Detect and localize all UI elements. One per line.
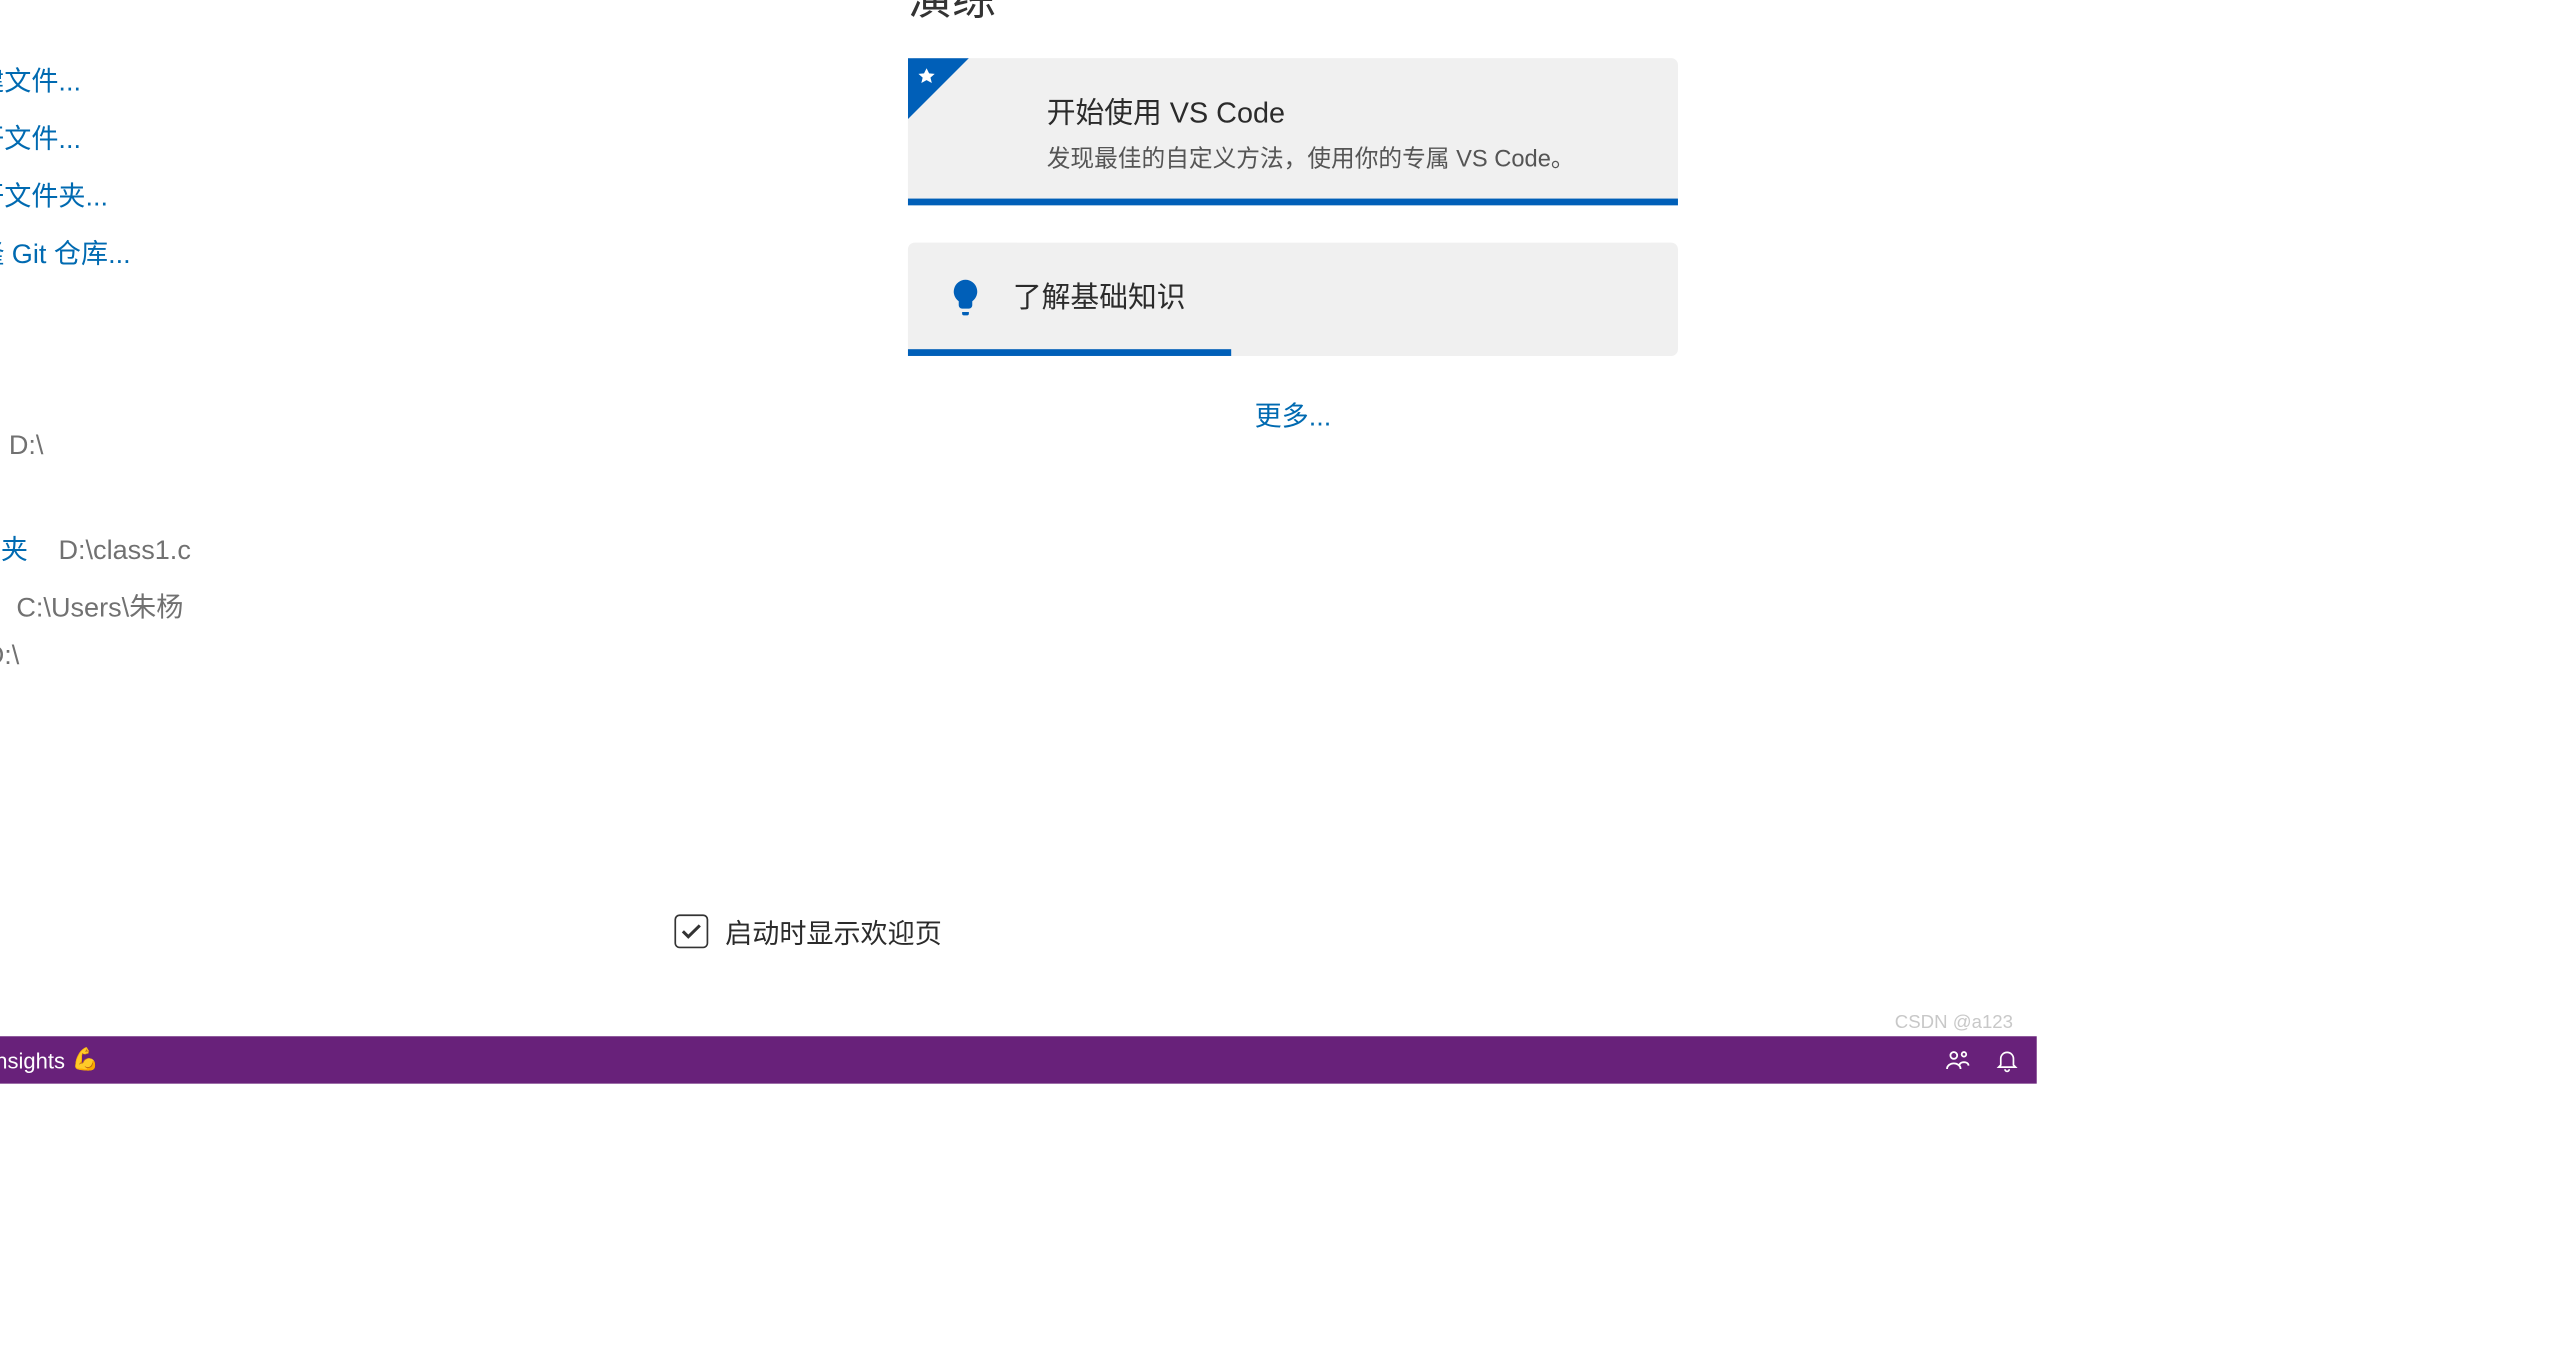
walkthrough-card-get-started[interactable]: 开始使用 VS Code 发现最佳的自定义方法，使用你的专属 VS Code。 <box>908 58 1678 205</box>
feedback-icon <box>1944 1046 1971 1073</box>
start-label: 打开文件夹... <box>0 173 108 214</box>
show-welcome-label: 启动时显示欢迎页 <box>725 911 942 952</box>
walkthrough-progress <box>908 349 1231 356</box>
status-notifications[interactable] <box>1994 1047 2019 1072</box>
start-open-folder[interactable]: 打开文件夹... <box>0 173 688 214</box>
featured-ribbon-icon <box>908 58 969 119</box>
start-heading: 启动 <box>0 0 688 28</box>
welcome-page: 启动 新建文件... 打开文件... <box>0 0 2037 1036</box>
recent-item[interactable]: .vscodeC:\Users\朱杨 <box>0 584 688 625</box>
start-label: 克隆 Git 仓库... <box>0 231 131 272</box>
start-clone-git[interactable]: 克隆 Git 仓库... <box>0 231 688 272</box>
show-welcome-checkbox[interactable] <box>674 914 708 948</box>
recent-heading: 最近 <box>0 339 688 402</box>
walkthrough-progress <box>908 199 1678 206</box>
walkthroughs-more-link[interactable]: 更多... <box>1255 403 1332 432</box>
recent-more-link[interactable]: 更多... <box>0 693 688 734</box>
start-new-file[interactable]: 新建文件... <box>0 58 688 99</box>
watermark: CSDN @a123 <box>1895 1013 2013 1033</box>
editor-area: 欢迎 ✕ ⋯ 启动 新建文件... <box>0 0 2037 1036</box>
status-tabnine-insights[interactable]: See Tabnine Insights 💪 <box>0 1046 99 1073</box>
walkthrough-card-fundamentals[interactable]: 了解基础知识 <box>908 243 1678 356</box>
walkthrough-title: 开始使用 VS Code <box>1047 89 1575 131</box>
start-label: 新建文件... <box>0 58 81 99</box>
walkthroughs-heading: 演练 <box>908 0 1678 28</box>
walkthrough-title: 了解基础知识 <box>1013 273 1186 315</box>
bell-icon <box>1994 1047 2019 1072</box>
check-icon <box>679 919 703 943</box>
recent-item[interactable]: 新建文件夹D:\class1.c <box>0 527 688 568</box>
start-label: 打开文件... <box>0 116 81 157</box>
status-feedback[interactable] <box>1944 1046 1971 1073</box>
recent-item[interactable]: D:\ <box>0 479 688 509</box>
walkthrough-desc: 发现最佳的自定义方法，使用你的专属 VS Code。 <box>1047 141 1575 175</box>
status-bar: 0 0 tabnine starter 👈 : See Tabnine Insi… <box>0 1036 2037 1083</box>
start-open-file[interactable]: 打开文件... <box>0 116 688 157</box>
recent-item[interactable]: vscodeD:\ <box>0 432 688 462</box>
lightbulb-icon <box>945 276 986 317</box>
recent-item[interactable]: classD:\ <box>0 642 688 672</box>
